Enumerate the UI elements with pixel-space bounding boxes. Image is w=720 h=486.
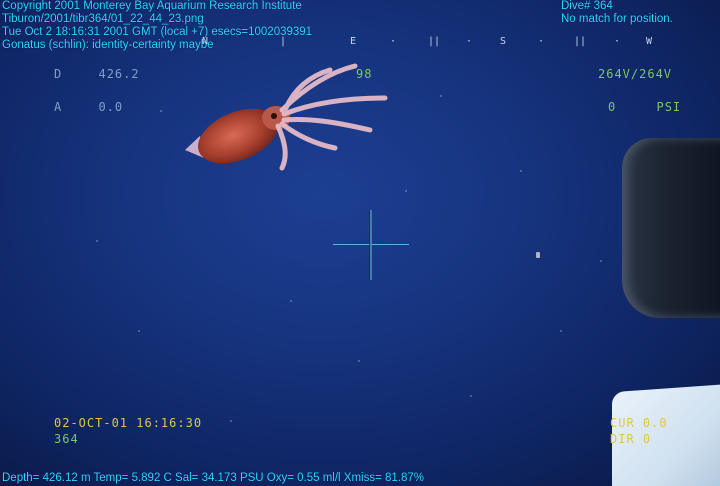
depth-label: D bbox=[54, 67, 63, 81]
heading-readout: 98 bbox=[356, 67, 373, 81]
timestamp-datetime: 02-OCT-01 16:16:30 bbox=[54, 416, 203, 430]
marine-snow bbox=[160, 110, 162, 112]
altitude-readout: A 0.0 bbox=[54, 101, 123, 114]
marine-snow bbox=[440, 95, 442, 97]
compass-tick: | bbox=[280, 36, 287, 47]
pressure-readout: 0 PSI bbox=[608, 101, 681, 114]
marine-snow bbox=[536, 252, 540, 258]
identification-line: Gonatus (schlin): identity-certainty may… bbox=[2, 39, 214, 51]
marine-snow bbox=[600, 260, 602, 262]
marine-snow bbox=[560, 330, 562, 332]
status-direction: DIR 0 bbox=[610, 432, 652, 446]
pressure-unit: PSI bbox=[656, 100, 682, 114]
marine-snow bbox=[405, 190, 407, 192]
depth-value: 426.2 bbox=[98, 67, 140, 81]
marine-snow bbox=[290, 300, 292, 302]
datetime-line: Tue Oct 2 18:16:31 2001 GMT (local +7) e… bbox=[2, 26, 313, 38]
rov-equipment-cylinder bbox=[622, 138, 720, 318]
altitude-label: A bbox=[54, 100, 63, 114]
status-current: CUR 0.0 bbox=[610, 416, 668, 430]
marine-snow bbox=[520, 170, 522, 172]
position-status: No match for position. bbox=[561, 13, 673, 25]
crosshair-vertical bbox=[369, 210, 372, 280]
marine-snow bbox=[138, 330, 140, 332]
dive-number: Dive# 364 bbox=[561, 0, 613, 12]
marine-snow bbox=[358, 360, 360, 362]
compass-tick: · bbox=[390, 36, 397, 47]
overlay-top-left: Copyright 2001 Monterey Bay Aquarium Res… bbox=[2, 0, 312, 52]
marine-snow bbox=[96, 240, 98, 242]
timestamp-dive: 364 bbox=[54, 432, 79, 446]
compass-label-s: S bbox=[500, 36, 507, 47]
compass-tick: || bbox=[428, 36, 441, 47]
compass-label-e: E bbox=[350, 36, 357, 47]
pressure-value: 0 bbox=[608, 100, 617, 114]
voltage-readout: 264V/264V bbox=[598, 67, 673, 81]
sensor-readout-line: Depth= 426.12 m Temp= 5.892 C Sal= 34.17… bbox=[2, 472, 425, 484]
marine-snow bbox=[230, 420, 232, 422]
altitude-value: 0.0 bbox=[98, 100, 124, 114]
depth-readout: D 426.2 bbox=[54, 68, 140, 81]
overlay-top-right: Dive# 364 No match for position. bbox=[561, 0, 673, 26]
copyright-line: Copyright 2001 Monterey Bay Aquarium Res… bbox=[2, 0, 302, 12]
file-path-line: Tiburon/2001/tibr364/01_22_44_23.png bbox=[2, 13, 204, 25]
marine-snow bbox=[470, 395, 472, 397]
compass-label-w: W bbox=[646, 36, 653, 47]
compass-tick: · bbox=[466, 36, 473, 47]
compass-tick: · bbox=[614, 36, 621, 47]
compass-tick: || bbox=[574, 36, 587, 47]
video-frame: Copyright 2001 Monterey Bay Aquarium Res… bbox=[0, 0, 720, 486]
compass-label-n: N bbox=[202, 36, 209, 47]
compass-strip: E · || · S · || · W N | bbox=[202, 36, 660, 48]
compass-tick: · bbox=[538, 36, 545, 47]
